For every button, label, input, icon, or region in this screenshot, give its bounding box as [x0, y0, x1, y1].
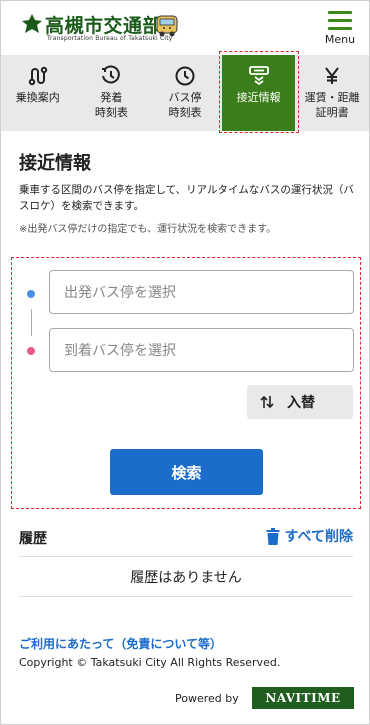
app-frame: 高槻市交通部 Transportation Bureau of Takatsuk…: [0, 0, 370, 725]
route-icon: [1, 65, 75, 87]
search-button[interactable]: 検索: [110, 449, 263, 495]
header: 高槻市交通部 Transportation Bureau of Takatsuk…: [1, 1, 369, 55]
tab-label: 発着 時刻表: [94, 91, 128, 119]
page-description: 乗車する区間のバス停を指定して、リアルタイムなバスの運行状況（バスロケ）を検索で…: [19, 184, 354, 212]
city-emblem-icon: [21, 13, 43, 39]
swap-label: 入替: [287, 395, 315, 411]
divider: [19, 556, 353, 557]
swap-arrows-icon: [259, 394, 275, 410]
delete-all-label: すべて削除: [284, 529, 353, 545]
tab-departure-timetable[interactable]: 発着 時刻表: [75, 55, 149, 131]
divider: [19, 596, 353, 597]
logo-title: 高槻市交通部: [45, 15, 163, 37]
page-title: 接近情報: [19, 153, 91, 174]
main-tabs: 乗換案内 発着 時刻表 バス停 時刻表 接近情報 運賃・距離 証明書: [1, 55, 369, 131]
tab-label: 接近情報: [236, 91, 281, 104]
tab-approach-info[interactable]: 接近情報: [221, 55, 296, 131]
terms-link[interactable]: ご利用にあたって（免責について等）: [19, 635, 222, 652]
bus-mascot-icon: [154, 12, 180, 42]
powered-by-text: Powered by: [175, 692, 239, 705]
departure-stop-input[interactable]: 出発バス停を選択: [49, 270, 354, 314]
copyright-text: Copyright © Takatsuki City All Rights Re…: [19, 656, 281, 669]
tab-label: 乗換案内: [15, 91, 60, 104]
tab-stop-timetable[interactable]: バス停 時刻表: [148, 55, 222, 131]
arrival-stop-input[interactable]: 到着バス停を選択: [49, 328, 354, 372]
connector-line: [30, 309, 32, 336]
timetable-icon: [75, 65, 149, 87]
delete-all-button[interactable]: すべて削除: [266, 526, 353, 546]
tab-fare-certificate[interactable]: 運賃・距離 証明書: [295, 55, 369, 131]
navitime-logo[interactable]: NAVITIME: [252, 687, 354, 709]
site-logo[interactable]: 高槻市交通部 Transportation Bureau of Takatsuk…: [21, 11, 181, 47]
menu-button[interactable]: Menu: [323, 11, 357, 49]
tab-transfer-guide[interactable]: 乗換案内: [1, 55, 75, 131]
yen-icon: [295, 65, 369, 87]
swap-button[interactable]: 入替: [247, 385, 353, 419]
departure-dot-icon: [27, 290, 35, 298]
tab-label: 運賃・距離 証明書: [304, 91, 360, 119]
hamburger-icon: [328, 11, 352, 30]
tab-label: バス停 時刻表: [168, 91, 202, 119]
trash-icon: [266, 527, 280, 545]
page-note: ※出発バス停だけの指定でも、運行状況を検索できます。: [19, 224, 277, 235]
clock-icon: [148, 65, 222, 87]
bus-approach-icon: [222, 65, 296, 87]
history-empty-message: 履歴はありません: [130, 570, 242, 586]
arrival-dot-icon: [27, 347, 35, 355]
menu-label: Menu: [324, 33, 356, 46]
history-title: 履歴: [19, 531, 47, 547]
